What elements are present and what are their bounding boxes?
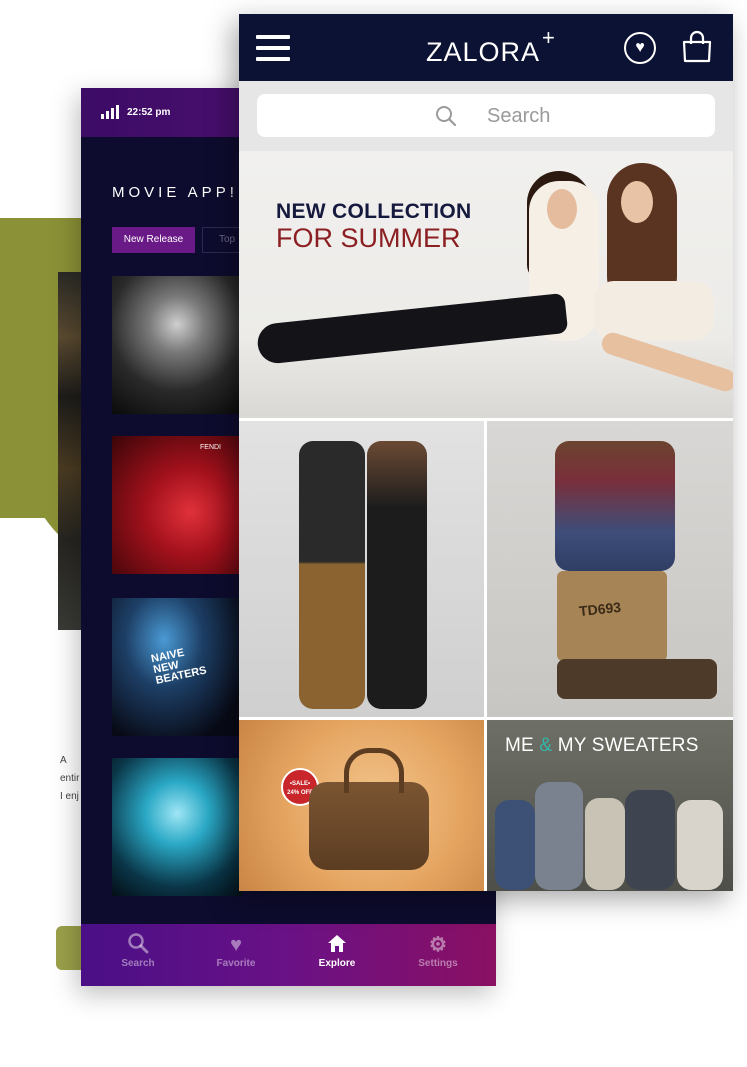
nav-settings[interactable]: ⚙ Settings [398,932,478,969]
hero-subheading: FOR SUMMER [276,223,461,253]
movie-poster[interactable] [112,276,242,414]
model-figure [677,800,723,890]
shopping-bag-icon[interactable] [681,30,713,64]
search-placeholder: Search [487,105,551,127]
hero-heading: NEW COLLECTION [276,200,472,223]
menu-icon[interactable] [256,35,290,61]
tab-new-release[interactable]: New Release [112,227,195,253]
sweater-title-part: ME [505,735,534,756]
movie-poster[interactable]: FENDI [112,436,242,574]
bottom-nav: Search ♥ Favorite Explore ⚙ Settings [81,924,496,986]
nav-search-label: Search [121,958,155,969]
heart-icon: ♥ [230,934,242,956]
bag-handle [344,748,404,793]
nav-explore-label: Explore [318,958,356,969]
model-figure [625,790,675,890]
luggage [557,659,717,699]
back-card-text-line: A [60,755,67,766]
nav-settings-label: Settings [418,958,458,969]
model-figure [367,441,427,709]
poster-banner-text: FENDI [200,444,221,451]
sweater-tile-title: ME & MY SWEATERS [505,735,699,757]
model-figure [299,441,365,709]
status-time: 22:52 pm [127,107,171,118]
search-input[interactable]: Search [257,94,715,137]
brand-logo-text: ZALORA [426,37,541,67]
app-title: MOVIE APP! [112,184,238,201]
nav-favorite[interactable]: ♥ Favorite [196,932,276,969]
model-figure [555,441,675,571]
model-figure [585,798,625,890]
model-figure [495,800,535,890]
model-figure [547,189,577,229]
model-figure [621,181,653,223]
home-icon [297,932,377,958]
product-tile-bag[interactable]: •SALE• 24% OFF [239,720,484,891]
model-figure [535,782,583,890]
app-header: ZALORA+ ♥ [239,14,733,81]
sweater-title-amp: & [539,735,553,756]
back-card-text-line: entir [60,773,80,784]
crate-text: TD693 [578,598,622,620]
brand-logo[interactable]: ZALORA+ [426,25,556,68]
search-bar: Search [239,81,733,151]
crate: TD693 [557,571,667,661]
back-card-text-line: I enj [60,791,79,802]
nav-search[interactable]: Search [98,932,178,969]
wishlist-heart-icon[interactable]: ♥ [624,32,656,64]
zalora-app-screen: ZALORA+ ♥ Search NEW COLLECTION FOR SUMM… [239,14,733,891]
gear-icon: ⚙ [429,934,447,956]
model-figure [255,292,569,366]
search-icon [98,932,178,958]
sale-label: •SALE• [289,781,311,787]
nav-favorite-label: Favorite [216,958,256,969]
hero-banner[interactable]: NEW COLLECTION FOR SUMMER [239,151,733,418]
signal-icon [101,105,119,119]
search-icon [435,105,457,127]
product-tile-man[interactable]: TD693 [487,421,733,717]
movie-poster[interactable] [112,758,242,896]
sweater-title-part: MY SWEATERS [557,735,699,756]
brand-logo-plus: + [542,25,556,50]
product-tile-sweaters[interactable]: ME & MY SWEATERS [487,720,733,891]
nav-explore[interactable]: Explore [297,932,377,969]
bag-image [309,782,429,870]
product-tile-couple[interactable] [239,421,484,717]
